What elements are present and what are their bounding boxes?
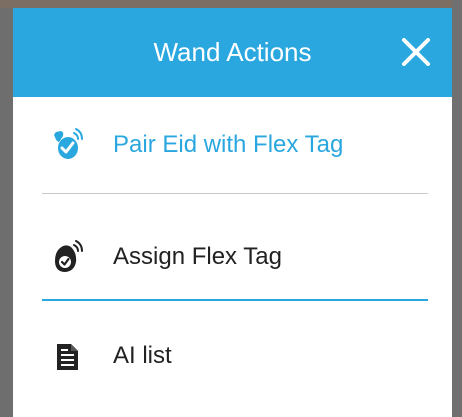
dialog-title: Wand Actions — [153, 37, 312, 67]
menu-item-label: Assign Flex Tag — [113, 243, 282, 270]
dialog-header: Wand Actions — [13, 8, 452, 97]
menu-item-ai-list[interactable]: AI list — [13, 321, 452, 391]
menu-item-pair-eid-with-flex-tag[interactable]: Pair Eid with Flex Tag — [13, 110, 452, 180]
assign-tag-icon — [49, 239, 85, 275]
menu-item-label: AI list — [113, 342, 172, 369]
close-icon — [402, 38, 430, 66]
backdrop-top — [0, 0, 462, 8]
menu-item-assign-flex-tag[interactable]: Assign Flex Tag — [13, 222, 452, 292]
dialog-bottom — [13, 408, 452, 417]
wand-actions-dialog: Wand Actions Pair Eid with Flex Tag Assi… — [13, 8, 452, 417]
menu-item-label: Pair Eid with Flex Tag — [113, 131, 344, 158]
backdrop-right — [452, 0, 462, 417]
divider-active — [42, 299, 428, 301]
backdrop-left — [0, 0, 13, 417]
close-button[interactable] — [394, 30, 438, 74]
document-list-icon — [49, 338, 85, 374]
pair-tag-icon — [49, 127, 85, 163]
divider — [42, 193, 428, 194]
